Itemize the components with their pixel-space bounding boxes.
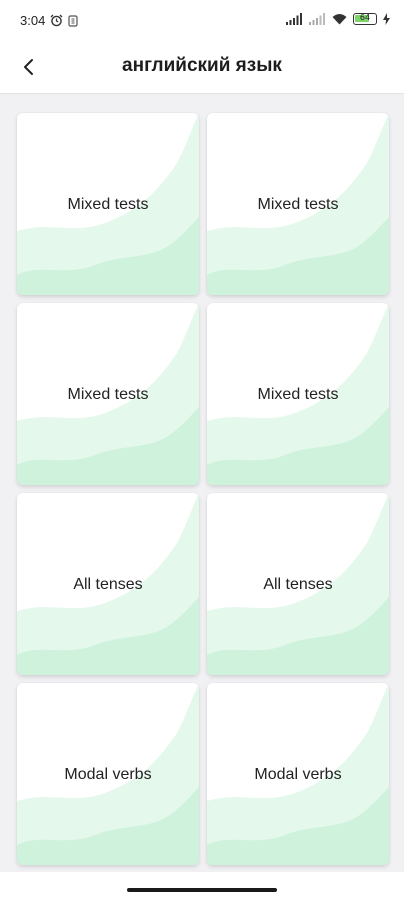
home-gesture-bar[interactable] — [127, 888, 277, 892]
card-label: Mixed tests — [67, 386, 149, 403]
status-bar: 3:04 64 — [0, 0, 404, 40]
app-bar: английский язык — [0, 40, 404, 94]
wifi-icon — [332, 14, 347, 25]
topic-card[interactable]: All tenses — [207, 493, 389, 675]
topic-card[interactable]: Modal verbs — [17, 683, 199, 865]
cell-signal-icon — [286, 13, 302, 25]
topic-card[interactable]: Mixed tests — [207, 303, 389, 485]
cell-signal-2-icon — [309, 13, 325, 25]
battery-level: 64 — [359, 13, 371, 22]
card-label: Mixed tests — [257, 196, 339, 213]
navigation-bar — [0, 872, 404, 900]
topic-card[interactable]: Mixed tests — [17, 113, 199, 295]
card-label: Modal verbs — [254, 766, 342, 783]
page-title: английский язык — [122, 55, 282, 76]
app-notification-icon — [68, 14, 78, 27]
card-label: All tenses — [263, 576, 333, 593]
topic-card[interactable]: All tenses — [17, 493, 199, 675]
card-label: Modal verbs — [64, 766, 152, 783]
alarm-icon — [50, 14, 63, 27]
card-label: Mixed tests — [67, 196, 149, 213]
topic-card[interactable]: Mixed tests — [207, 113, 389, 295]
card-label: Mixed tests — [257, 386, 339, 403]
status-time: 3:04 — [20, 13, 46, 28]
status-left: 3:04 — [20, 13, 78, 28]
card-label: All tenses — [73, 576, 143, 593]
status-right: 64 — [286, 13, 390, 25]
charging-icon — [383, 13, 390, 25]
battery-icon: 64 — [353, 13, 377, 25]
topic-card[interactable]: Modal verbs — [207, 683, 389, 865]
topic-card[interactable]: Mixed tests — [17, 303, 199, 485]
